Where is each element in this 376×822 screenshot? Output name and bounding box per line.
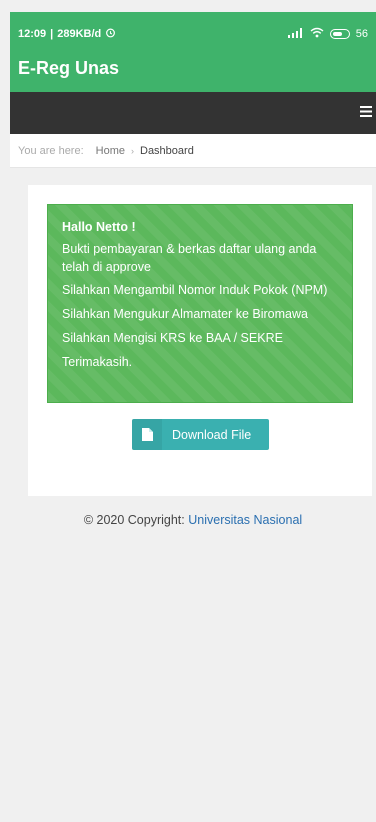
breadcrumb: You are here: Home › Dashboard [10,134,376,168]
status-right: 56 [287,27,368,41]
signal-icon [287,27,304,41]
download-button-label: Download File [172,427,252,442]
wifi-icon [310,27,324,41]
breadcrumb-current: Dashboard [140,144,194,157]
status-separator: | [50,28,54,40]
file-icon [132,419,162,450]
download-file-button[interactable]: Download File [132,419,269,450]
network-speed: 289KB/d [57,28,102,40]
app-bar: E-Reg Unas [10,44,376,92]
alert-line: Bukti pembayaran & berkas daftar ulang a… [62,241,317,274]
breadcrumb-separator: › [131,145,134,156]
footer-copyright: © 2020 Copyright: [83,513,185,527]
alarm-icon [105,27,116,41]
alert-line: Silahkan Mengisi KRS ke BAA / SEKRE [62,330,283,345]
status-left: 12:09 | 289KB/d [18,27,116,41]
alert-line: Silahkan Mengukur Almamater ke Biromawa [62,307,308,321]
navbar [10,92,376,134]
alert-line: Silahkan Mengambil Nomor Induk Pokok (NP… [62,283,328,298]
footer-university-link[interactable]: Universitas Nasional [188,513,302,527]
alert-line: Terimakasih. [62,354,133,369]
approval-alert: Hallo Netto ! Bukti pembayaran & berkas … [47,204,353,403]
hamburger-icon[interactable] [360,105,372,121]
footer: © 2020 Copyright: Universitas Nasional [10,513,376,527]
status-time: 12:09 [18,28,47,40]
breadcrumb-home-link[interactable]: Home [96,145,125,157]
battery-level: 56 [355,28,368,40]
breadcrumb-prefix: You are here: [18,144,84,157]
battery-icon [329,29,350,39]
alert-greeting: Hallo Netto ! [62,220,136,234]
app-title: E-Reg Unas [18,57,120,78]
